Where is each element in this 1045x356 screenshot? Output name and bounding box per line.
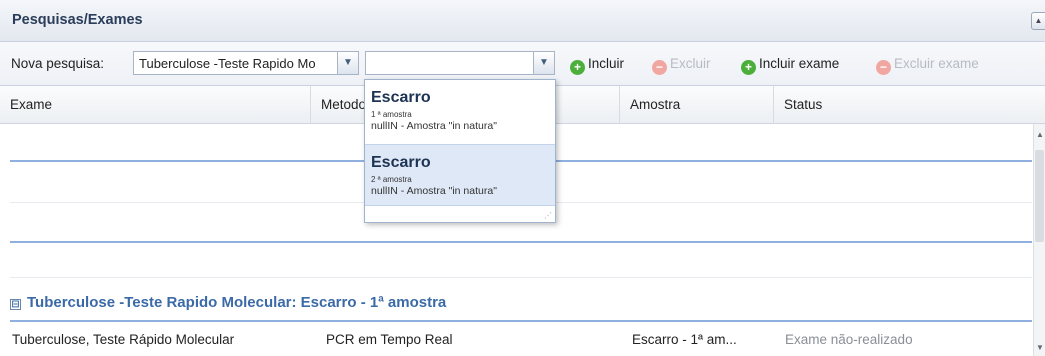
chevron-down-icon[interactable]: ▼	[533, 52, 554, 74]
dropdown-item-title: Escarro	[371, 89, 431, 106]
incluir-label: Incluir	[588, 56, 625, 71]
collapse-icon[interactable]: ▲	[1031, 12, 1045, 30]
column-header-exame[interactable]: Exame	[0, 86, 311, 124]
minus-icon: −	[652, 60, 667, 75]
column-header-status[interactable]: Status	[774, 86, 1045, 124]
column-header-amostra[interactable]: Amostra	[620, 86, 774, 124]
excluir-exame-label: Excluir exame	[894, 56, 979, 71]
amostra-select[interactable]: ▼	[365, 51, 555, 75]
excluir-exame-button[interactable]: − Excluir exame	[876, 56, 979, 75]
group-separator	[10, 320, 1032, 322]
dropdown-item-subtitle: 2 ª amostra	[371, 175, 412, 184]
dropdown-item-selected[interactable]: Escarro 2 ª amostra nullIN - Amostra "in…	[365, 144, 555, 206]
nova-pesquisa-label: Nova pesquisa:	[11, 56, 105, 71]
dropdown-item-title: Escarro	[371, 154, 431, 171]
cell-amostra: Escarro - 1ª am...	[632, 332, 737, 347]
excluir-label: Excluir	[670, 56, 711, 71]
group-header[interactable]: ⊟ Tuberculose -Teste Rapido Molecular: Es…	[10, 294, 446, 311]
scroll-up-icon[interactable]: ▲	[1036, 130, 1044, 139]
incluir-exame-label: Incluir exame	[759, 56, 840, 71]
resize-handle-icon[interactable]: ⋰	[544, 211, 552, 220]
cell-metodologia: PCR em Tempo Real	[326, 332, 453, 347]
row-divider	[10, 277, 1032, 278]
collapse-group-icon[interactable]: ⊟	[10, 299, 21, 310]
panel-title: Pesquisas/Exames	[12, 12, 143, 28]
incluir-exame-button[interactable]: + Incluir exame	[741, 56, 839, 75]
panel-header: Pesquisas/Exames ▲	[0, 0, 1045, 42]
scrollbar-thumb[interactable]	[1035, 150, 1044, 242]
amostra-dropdown-list: Escarro 1 ª amostra nullIN - Amostra "in…	[364, 79, 556, 223]
scroll-down-icon[interactable]: ▼	[1036, 343, 1044, 352]
cell-exame: Tuberculose, Teste Rápido Molecular	[12, 332, 235, 347]
dropdown-item-description: nullIN - Amostra "in natura"	[371, 185, 497, 197]
table-row[interactable]: Tuberculose, Teste Rápido Molecular PCR …	[0, 328, 1032, 352]
vertical-scrollbar[interactable]: ▲ ▼	[1033, 124, 1045, 356]
excluir-button[interactable]: − Excluir	[652, 56, 711, 75]
pesquisa-select[interactable]: Tuberculose -Teste Rapido Molecular ▼	[133, 51, 359, 75]
cell-status: Exame não-realizado	[785, 332, 913, 347]
group-title: Tuberculose -Teste Rapido Molecular: Esc…	[27, 294, 447, 311]
minus-icon: −	[876, 60, 891, 75]
dropdown-item-subtitle: 1 ª amostra	[371, 110, 412, 119]
incluir-button[interactable]: + Incluir	[570, 56, 624, 75]
plus-icon: +	[570, 60, 585, 75]
group-separator	[10, 241, 1032, 243]
dropdown-item[interactable]: Escarro 1 ª amostra nullIN - Amostra "in…	[365, 80, 555, 142]
plus-icon: +	[741, 60, 756, 75]
pesquisa-select-value: Tuberculose -Teste Rapido Molecular	[139, 56, 315, 71]
chevron-down-icon[interactable]: ▼	[337, 52, 358, 74]
dropdown-item-description: nullIN - Amostra "in natura"	[371, 120, 497, 132]
